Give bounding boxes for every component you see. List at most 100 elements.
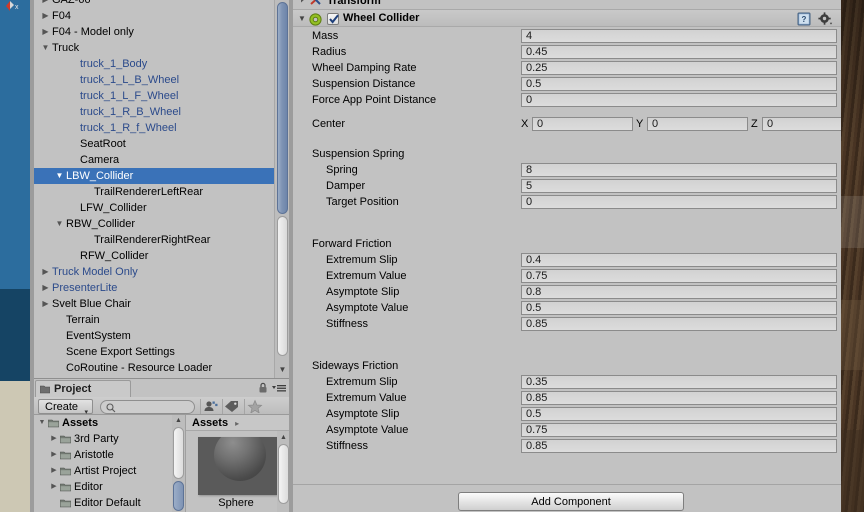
field-input-spring-damper[interactable]: 5 xyxy=(521,179,837,193)
field-input-spring-spring[interactable]: 8 xyxy=(521,163,837,177)
hierarchy-item-truck-1-r-b-wheel[interactable]: truck_1_R_B_Wheel xyxy=(34,104,290,120)
help-book-icon[interactable]: ? xyxy=(797,12,811,26)
project-tree-scrollbar-track[interactable] xyxy=(173,427,184,479)
hierarchy-tree[interactable]: ▶GAZ-66▶F04▶F04 - Model only▼Trucktruck_… xyxy=(34,0,290,376)
chevron-right-icon[interactable]: ▶ xyxy=(49,431,59,447)
chevron-right-icon[interactable]: ▶ xyxy=(49,479,59,495)
project-asset-scroll-up-icon[interactable]: ▲ xyxy=(278,432,289,443)
hierarchy-scroll-down-icon[interactable]: ▼ xyxy=(276,364,289,376)
hierarchy-scrollbar-track[interactable] xyxy=(277,216,288,356)
field-input-side-extremum-slip[interactable]: 0.35 xyxy=(521,375,837,389)
project-folder-editor[interactable]: ▶ Editor xyxy=(34,479,172,495)
settings-gear-icon[interactable] xyxy=(818,12,833,26)
field-input-fwd-asymptote-value[interactable]: 0.5 xyxy=(521,301,837,315)
hierarchy-item-trailrendererleftrear[interactable]: TrailRendererLeftRear xyxy=(34,184,290,200)
field-input-mass[interactable]: 4 xyxy=(521,29,837,43)
field-input-fwd-extremum-value[interactable]: 0.75 xyxy=(521,269,837,283)
hierarchy-item-trailrendererrightrear[interactable]: TrailRendererRightRear xyxy=(34,232,290,248)
hierarchy-item-truck-1-l-f-wheel[interactable]: truck_1_L_F_Wheel xyxy=(34,88,290,104)
add-component-button[interactable]: Add Component xyxy=(458,492,684,511)
transform-component-header[interactable]: Transform xyxy=(293,0,841,9)
project-tab-controls[interactable] xyxy=(258,381,287,395)
asset-thumbnail[interactable] xyxy=(198,437,278,495)
scene-view-right-sliver[interactable] xyxy=(841,0,864,512)
chevron-right-icon[interactable] xyxy=(298,0,308,4)
project-folder-tree[interactable]: ▼ Assets ▶ 3rd Party ▶ Aristotle ▶ Artist Proje… xyxy=(34,415,172,512)
create-button[interactable]: Create ▾ xyxy=(38,399,94,416)
hierarchy-item-rfw-collider[interactable]: RFW_Collider xyxy=(34,248,290,264)
hierarchy-item-truck-model-only[interactable]: ▶ Truck Model Only xyxy=(34,264,290,280)
center-field-y[interactable]: 0 xyxy=(647,117,748,131)
hierarchy-item-scene-export-settings[interactable]: Scene Export Settings xyxy=(34,344,290,360)
project-folder-assets[interactable]: ▼ Assets xyxy=(34,415,172,431)
hierarchy-item-f04[interactable]: ▶ F04 xyxy=(34,8,290,24)
panel-menu-icon[interactable] xyxy=(271,382,287,394)
hierarchy-item-gaz-66[interactable]: ▶GAZ-66 xyxy=(34,0,290,8)
project-tree-scroll-up-icon[interactable]: ▲ xyxy=(173,415,184,426)
chevron-right-icon[interactable]: ▶ xyxy=(40,264,51,280)
field-input-force-app-point-distance[interactable]: 0 xyxy=(521,93,837,107)
hierarchy-scrollbar-thumb[interactable] xyxy=(277,2,288,214)
hierarchy-item-truck[interactable]: ▼ Truck xyxy=(34,40,290,56)
hierarchy-item-truck-1-r-f-wheel[interactable]: truck_1_R_f_Wheel xyxy=(34,120,290,136)
project-folder-3rd-party[interactable]: ▶ 3rd Party xyxy=(34,431,172,447)
hierarchy-item-svelt-blue-chair[interactable]: ▶ Svelt Blue Chair xyxy=(34,296,290,312)
hierarchy-item-f04-model-only[interactable]: ▶ F04 - Model only xyxy=(34,24,290,40)
project-folder-artist-project[interactable]: ▶ Artist Project xyxy=(34,463,172,479)
chevron-right-icon[interactable]: ▶ xyxy=(40,280,51,296)
field-input-fwd-extremum-slip[interactable]: 0.4 xyxy=(521,253,837,267)
folder-icon xyxy=(60,499,71,508)
project-asset-scrollbar-thumb[interactable] xyxy=(278,444,289,504)
chevron-right-icon[interactable]: ▶ xyxy=(40,8,51,24)
scene-view-sliver[interactable]: x xyxy=(0,0,30,512)
chevron-right-icon[interactable]: ▶ xyxy=(40,0,51,8)
project-tree-scrollbar-thumb[interactable] xyxy=(173,481,184,511)
field-input-side-asymptote-slip[interactable]: 0.5 xyxy=(521,407,837,421)
hierarchy-item-truck-1-l-b-wheel[interactable]: truck_1_L_B_Wheel xyxy=(34,72,290,88)
chevron-right-icon[interactable]: ▶ xyxy=(49,447,59,463)
hierarchy-item-lfw-collider[interactable]: LFW_Collider xyxy=(34,200,290,216)
field-input-fwd-asymptote-slip[interactable]: 0.8 xyxy=(521,285,837,299)
breadcrumb[interactable]: Assets ▸ xyxy=(186,415,290,431)
label-filter-icon[interactable] xyxy=(222,399,242,414)
field-input-wheel-damping-rate[interactable]: 0.25 xyxy=(521,61,837,75)
hierarchy-item-truck-1-body[interactable]: truck_1_Body xyxy=(34,56,290,72)
project-tab[interactable]: Project xyxy=(35,380,131,397)
chevron-down-icon[interactable]: ▼ xyxy=(54,168,65,184)
field-input-suspension-distance[interactable]: 0.5 xyxy=(521,77,837,91)
chevron-down-icon[interactable]: ▼ xyxy=(40,40,51,56)
hierarchy-item-camera[interactable]: Camera xyxy=(34,152,290,168)
hierarchy-item-eventsystem[interactable]: EventSystem xyxy=(34,328,290,344)
center-field-z[interactable]: 0 xyxy=(762,117,841,131)
project-folder-editor-default[interactable]: Editor Default xyxy=(34,495,172,511)
field-input-side-extremum-value[interactable]: 0.85 xyxy=(521,391,837,405)
lock-icon[interactable] xyxy=(258,382,268,394)
field-input-side-asymptote-value[interactable]: 0.75 xyxy=(521,423,837,437)
center-field-x[interactable]: 0 xyxy=(532,117,633,131)
chevron-down-icon[interactable]: ▼ xyxy=(37,415,47,431)
component-enabled-checkbox[interactable] xyxy=(327,13,339,25)
field-input-radius[interactable]: 0.45 xyxy=(521,45,837,59)
favorites-filter-icon[interactable] xyxy=(200,399,220,414)
field-label: Center xyxy=(312,118,346,130)
hierarchy-scrollbar[interactable]: ▼ xyxy=(274,0,289,378)
field-input-side-stiffness[interactable]: 0.85 xyxy=(521,439,837,453)
hierarchy-item-terrain[interactable]: Terrain xyxy=(34,312,290,328)
chevron-right-icon[interactable]: ▶ xyxy=(40,24,51,40)
field-input-fwd-stiffness[interactable]: 0.85 xyxy=(521,317,837,331)
chevron-down-icon[interactable]: ▼ xyxy=(298,14,306,23)
project-folder-aristotle[interactable]: ▶ Aristotle xyxy=(34,447,172,463)
chevron-right-icon[interactable]: ▶ xyxy=(40,296,51,312)
hierarchy-item-presenterlite[interactable]: ▶ PresenterLite xyxy=(34,280,290,296)
chevron-down-icon[interactable]: ▼ xyxy=(54,216,65,232)
project-tree-scrollbar[interactable]: ▲ xyxy=(172,415,185,512)
chevron-right-icon[interactable]: ▶ xyxy=(49,463,59,479)
hierarchy-item-rbw-collider[interactable]: ▼ RBW_Collider xyxy=(34,216,290,232)
star-filter-icon[interactable] xyxy=(244,399,270,414)
hierarchy-item-coroutine-resource-loader[interactable]: CoRoutine - Resource Loader xyxy=(34,360,290,376)
project-search-input[interactable] xyxy=(100,400,195,414)
wheel-collider-component-header[interactable]: ▼ Wheel Collider ? xyxy=(293,9,841,27)
hierarchy-item-seatroot[interactable]: SeatRoot xyxy=(34,136,290,152)
field-input-spring-target-position[interactable]: 0 xyxy=(521,195,837,209)
hierarchy-item-lbw-collider[interactable]: ▼ LBW_Collider xyxy=(34,168,290,184)
